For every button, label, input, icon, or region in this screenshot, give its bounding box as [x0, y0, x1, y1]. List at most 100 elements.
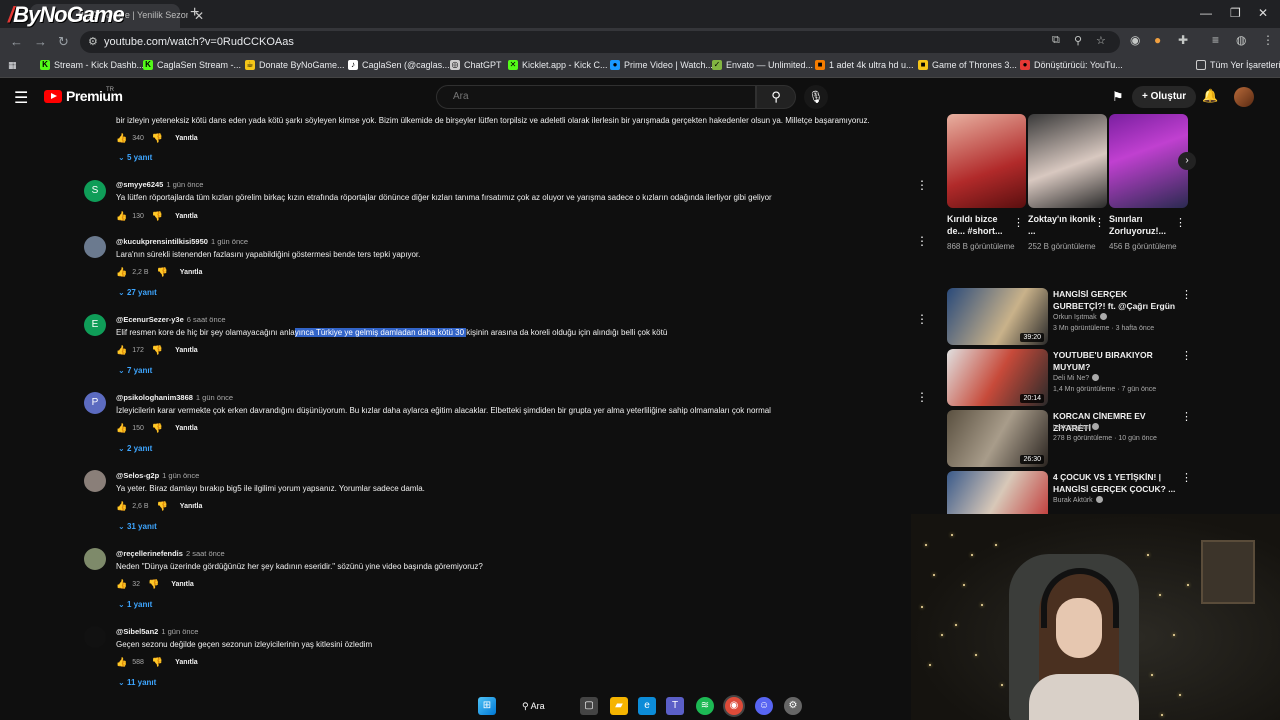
maximize-icon[interactable]: ❐: [1230, 6, 1241, 20]
thumbs-up-icon[interactable]: 👍: [116, 267, 127, 278]
reply-button[interactable]: Yanıtla: [175, 135, 198, 142]
thumbs-up-icon[interactable]: 👍: [116, 501, 127, 512]
search-box[interactable]: [436, 85, 756, 109]
more-options-icon[interactable]: ⋮: [916, 390, 928, 404]
thumbs-down-icon[interactable]: 👎: [157, 501, 168, 512]
taskbar-search[interactable]: ⚲ Ara: [522, 697, 545, 715]
reply-button[interactable]: Yanıtla: [175, 659, 198, 666]
reply-button[interactable]: Yanıtla: [175, 347, 198, 354]
bookmark-item[interactable]: ♪ CaglaSen (@caglas...: [348, 60, 450, 70]
profile-icon[interactable]: ◍: [1236, 33, 1246, 47]
thumbs-down-icon[interactable]: 👎: [157, 267, 168, 278]
more-icon[interactable]: ⋮: [1262, 33, 1274, 47]
video-title[interactable]: HANGİSİ GERÇEK GURBETÇİ?! ft. @Çağrı Erg…: [1053, 288, 1181, 312]
zoom-icon[interactable]: ⚲: [1074, 34, 1082, 47]
window-close-icon[interactable]: ✕: [1258, 6, 1268, 20]
bookmark-item[interactable]: K CaglaSen Stream -...: [143, 60, 241, 70]
url-field[interactable]: ⚙ youtube.com/watch?v=0RudCCKOAas ⧉ ⚲ ☆: [80, 31, 1120, 53]
thumbs-down-icon[interactable]: 👎: [152, 211, 163, 222]
install-icon[interactable]: ⧉: [1052, 34, 1060, 47]
comment-author[interactable]: @Sibel5an2: [116, 627, 158, 636]
more-options-icon[interactable]: ⋮: [1013, 216, 1024, 229]
reload-icon[interactable]: ↻: [58, 34, 69, 50]
thumbs-up-icon[interactable]: 👍: [116, 133, 127, 144]
menu-icon[interactable]: ☰: [14, 88, 28, 108]
media-icon[interactable]: ≡: [1212, 33, 1219, 47]
avatar[interactable]: S: [84, 180, 106, 202]
reply-button[interactable]: Yanıtla: [175, 425, 198, 432]
spotify-icon[interactable]: ≋: [696, 697, 714, 715]
show-replies-button[interactable]: ⌄ 31 yanıt: [118, 522, 157, 531]
comment-time[interactable]: 6 saat önce: [187, 315, 226, 324]
avatar[interactable]: [84, 236, 106, 258]
thumbs-up-icon[interactable]: 👍: [116, 345, 127, 356]
channel-name[interactable]: Orkun Işıtmak: [1053, 313, 1107, 321]
bookmark-item[interactable]: K Stream - Kick Dashb...: [40, 60, 144, 70]
show-replies-button[interactable]: ⌄ 5 yanıt: [118, 153, 152, 162]
thumbs-up-icon[interactable]: 👍: [116, 579, 127, 590]
avatar[interactable]: P: [84, 392, 106, 414]
comment-author[interactable]: @smyye6245: [116, 180, 163, 189]
comment-time[interactable]: 1 gün önce: [166, 180, 203, 189]
chevron-right-icon[interactable]: ›: [1178, 152, 1196, 170]
voice-search-button[interactable]: 🎙: [804, 85, 828, 109]
thumbs-up-icon[interactable]: 👍: [116, 423, 127, 434]
bookmark-item[interactable]: ✓ Envato — Unlimited...: [712, 60, 813, 70]
settings-icon[interactable]: ⚙: [784, 697, 802, 715]
bookmark-item[interactable]: ■ Game of Thrones 3...: [918, 60, 1017, 70]
new-tab-icon[interactable]: +: [190, 4, 199, 22]
search-button[interactable]: ⚲: [756, 85, 796, 109]
thumbs-down-icon[interactable]: 👎: [148, 579, 159, 590]
puzzle-icon[interactable]: ✚: [1178, 33, 1188, 47]
more-options-icon[interactable]: ⋮: [1181, 349, 1192, 362]
thumbs-down-icon[interactable]: 👎: [152, 657, 163, 668]
video-thumbnail[interactable]: 20:14: [947, 349, 1048, 406]
show-replies-button[interactable]: ⌄ 7 yanıt: [118, 366, 152, 375]
thumbs-down-icon[interactable]: 👎: [152, 345, 163, 356]
bookmark-item[interactable]: ■ 1 adet 4k ultra hd u...: [815, 60, 914, 70]
more-options-icon[interactable]: ⋮: [916, 312, 928, 326]
more-options-icon[interactable]: ⋮: [1175, 216, 1186, 229]
channel-name[interactable]: Deli Mi Ne?: [1053, 374, 1100, 382]
minimize-icon[interactable]: —: [1200, 6, 1212, 20]
thumbs-up-icon[interactable]: 👍: [116, 657, 127, 668]
short-thumbnail[interactable]: [1109, 114, 1188, 208]
windows-start-icon[interactable]: ⊞: [478, 697, 496, 715]
comment-author[interactable]: @psikologhanim3868: [116, 393, 193, 402]
task-view-icon[interactable]: ▢: [580, 697, 598, 715]
file-explorer-icon[interactable]: ▰: [610, 697, 628, 715]
more-options-icon[interactable]: ⋮: [916, 234, 928, 248]
star-icon[interactable]: ☆: [1096, 34, 1106, 47]
all-bookmarks[interactable]: Tüm Yer İşaretleri: [1196, 60, 1280, 70]
show-replies-button[interactable]: ⌄ 1 yanıt: [118, 600, 152, 609]
avatar[interactable]: [84, 548, 106, 570]
comment-time[interactable]: 1 gün önce: [211, 237, 248, 246]
comment-time[interactable]: 1 gün önce: [161, 627, 198, 636]
video-thumbnail[interactable]: 39:20: [947, 288, 1048, 345]
bookmark-item[interactable]: ◎ ChatGPT: [450, 60, 502, 70]
site-info-icon[interactable]: ⚙: [88, 35, 98, 48]
avatar[interactable]: E: [84, 314, 106, 336]
back-icon[interactable]: ←: [10, 34, 23, 49]
apps-icon[interactable]: ▦: [8, 60, 17, 71]
more-options-icon[interactable]: ⋮: [1181, 288, 1192, 301]
short-thumbnail[interactable]: [1028, 114, 1107, 208]
comment-time[interactable]: 2 saat önce: [186, 549, 225, 558]
forward-icon[interactable]: →: [34, 34, 47, 49]
bookmark-item[interactable]: ● Prime Video | Watch...: [610, 60, 713, 70]
reply-button[interactable]: Yanıtla: [175, 213, 198, 220]
discord-icon[interactable]: ☺: [755, 697, 773, 715]
show-replies-button[interactable]: ⌄ 27 yanıt: [118, 288, 157, 297]
comment-author[interactable]: @Selos-g2p: [116, 471, 159, 480]
channel-name[interactable]: testo taylan: [1053, 423, 1099, 431]
short-title[interactable]: Sınırları Zorluyoruz!...: [1109, 213, 1177, 237]
show-replies-button[interactable]: ⌄ 2 yanıt: [118, 444, 152, 453]
reply-button[interactable]: Yanıtla: [180, 269, 203, 276]
short-title[interactable]: Kırıldı bizce de... #short...: [947, 213, 1015, 237]
short-thumbnail[interactable]: [947, 114, 1026, 208]
bookmark-item[interactable]: ☕ Donate ByNoGame...: [245, 60, 345, 70]
more-options-icon[interactable]: ⋮: [1094, 216, 1105, 229]
chrome-icon[interactable]: ◉: [725, 697, 743, 715]
comment-author[interactable]: @kucukprensintilkisi5950: [116, 237, 208, 246]
thumbs-up-icon[interactable]: 👍: [116, 211, 127, 222]
